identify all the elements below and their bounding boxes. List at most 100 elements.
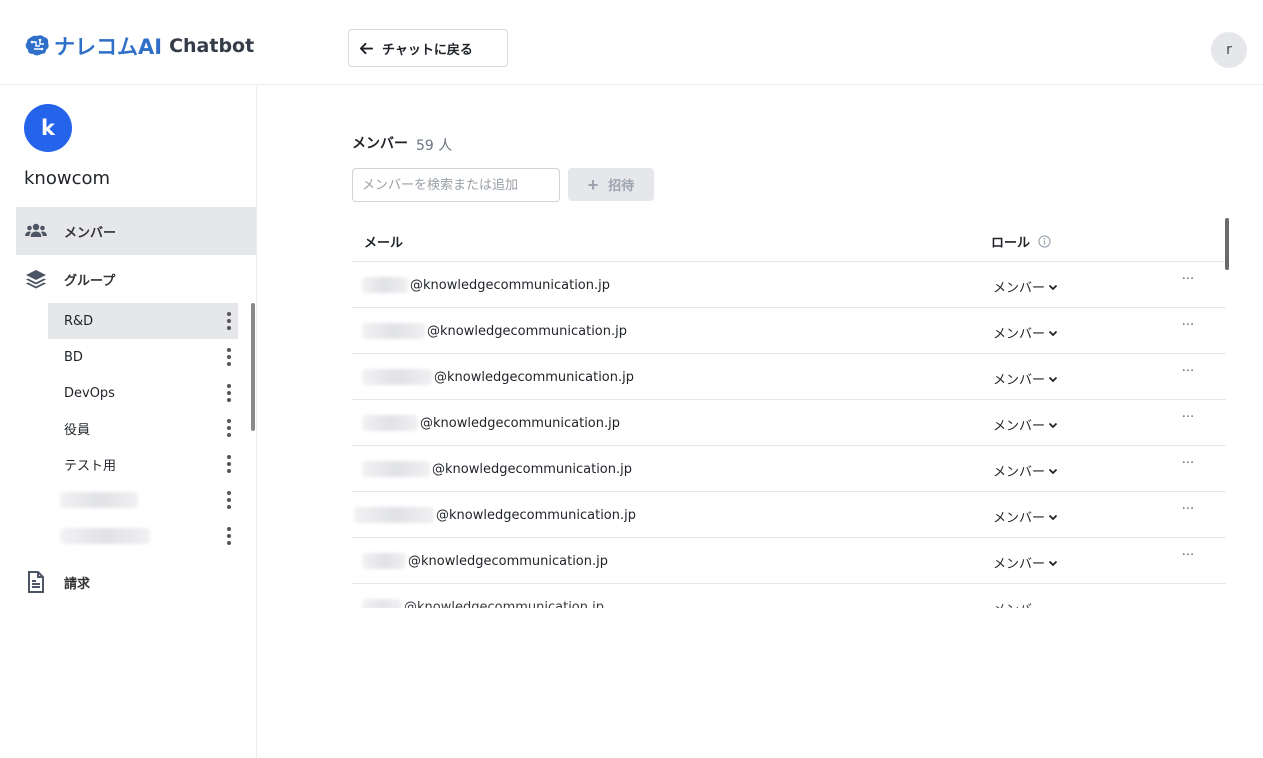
arrow-left-icon <box>359 42 374 54</box>
role-dropdown[interactable]: メンバー <box>993 323 1059 342</box>
role-value: メンバー <box>993 511 1046 526</box>
kebab-menu-icon[interactable] <box>226 455 232 473</box>
member-search-input[interactable] <box>352 168 560 202</box>
redacted-email-user <box>362 553 406 569</box>
redacted-email-user <box>354 507 434 523</box>
app-logo[interactable]: ナレコムAI Chatbot <box>24 30 254 62</box>
role-dropdown[interactable]: メンバー <box>993 553 1059 572</box>
table-header: メール ロール <box>352 216 1226 262</box>
role-value: メンバー <box>993 373 1046 388</box>
chevron-down-icon <box>1048 330 1058 336</box>
table-row[interactable]: @knowledgecommunication.jp メンバー ··· <box>352 492 1226 538</box>
sidebar-item-members-label: メンバー <box>64 225 117 241</box>
redacted-email-user <box>362 599 402 608</box>
table-row[interactable]: @knowledgecommunication.jp メンバー <box>352 584 1226 608</box>
member-email: @knowledgecommunication.jp <box>362 553 608 569</box>
row-more-icon[interactable]: ··· <box>1178 410 1198 430</box>
email-domain: @knowledgecommunication.jp <box>427 323 627 339</box>
sidebar-item-groups-label: グループ <box>64 273 116 289</box>
kebab-menu-icon[interactable] <box>226 384 232 402</box>
org-avatar: k <box>24 104 72 152</box>
logo-text-jp: ナレコムAI <box>54 35 163 59</box>
group-label: 役員 <box>64 422 91 438</box>
chevron-down-icon <box>1048 422 1058 428</box>
sidebar-item-billing[interactable]: 請求 <box>16 558 256 606</box>
group-item-devops[interactable]: DevOps <box>48 375 238 411</box>
role-dropdown[interactable]: メンバー <box>993 277 1059 296</box>
redacted-group-name <box>60 492 138 508</box>
role-value: メンバー <box>993 557 1046 572</box>
role-dropdown[interactable]: メンバー <box>993 369 1059 388</box>
email-domain: @knowledgecommunication.jp <box>404 599 604 609</box>
sidebar: k knowcom メンバー グループ R&D BD DevOps 役員 テスト… <box>0 86 257 758</box>
member-email: @knowledgecommunication.jp <box>354 507 636 523</box>
member-count: 59 人 <box>416 138 453 154</box>
table-row[interactable]: @knowledgecommunication.jp メンバー ··· <box>352 308 1226 354</box>
row-more-icon[interactable]: ··· <box>1178 548 1198 568</box>
group-item-bd[interactable]: BD <box>48 339 238 375</box>
group-item-redacted[interactable] <box>48 518 238 554</box>
redacted-email-user <box>362 323 425 339</box>
sidebar-item-groups[interactable]: グループ <box>16 255 256 303</box>
chevron-down-icon <box>1048 284 1058 290</box>
group-item-executives[interactable]: 役員 <box>48 410 238 446</box>
invite-button[interactable]: + 招待 <box>568 168 654 201</box>
email-domain: @knowledgecommunication.jp <box>420 415 620 431</box>
group-item-test[interactable]: テスト用 <box>48 446 238 482</box>
row-more-icon[interactable]: ··· <box>1178 456 1198 476</box>
member-email: @knowledgecommunication.jp <box>362 277 610 293</box>
email-domain: @knowledgecommunication.jp <box>408 553 608 569</box>
back-to-chat-button[interactable]: チャットに戻る <box>348 29 508 67</box>
layers-icon <box>26 270 46 289</box>
table-row[interactable]: @knowledgecommunication.jp メンバー ··· <box>352 538 1226 584</box>
chevron-down-icon <box>1048 468 1058 474</box>
user-avatar[interactable]: r <box>1211 32 1247 68</box>
email-domain: @knowledgecommunication.jp <box>434 369 634 385</box>
column-header-role-label: ロール <box>991 236 1031 251</box>
org-name: knowcom <box>24 168 111 189</box>
row-more-icon[interactable]: ··· <box>1178 502 1198 522</box>
document-icon <box>28 571 44 593</box>
redacted-email-user <box>362 369 432 385</box>
column-header-mail: メール <box>364 236 404 251</box>
row-more-icon[interactable]: ··· <box>1178 364 1198 384</box>
kebab-menu-icon[interactable] <box>226 527 232 545</box>
members-table: メール ロール @knowledgecommunication.jp メンバー … <box>352 216 1226 608</box>
users-icon <box>25 223 47 237</box>
group-label: DevOps <box>64 385 115 401</box>
role-dropdown[interactable]: メンバー <box>993 461 1059 480</box>
sidebar-item-members[interactable]: メンバー <box>16 207 256 255</box>
email-domain: @knowledgecommunication.jp <box>432 461 632 477</box>
kebab-menu-icon[interactable] <box>226 419 232 437</box>
main-scrollbar[interactable] <box>1225 218 1229 270</box>
row-more-icon[interactable]: ··· <box>1178 272 1198 292</box>
table-row[interactable]: @knowledgecommunication.jp メンバー ··· <box>352 354 1226 400</box>
sidebar-scrollbar[interactable] <box>251 303 255 431</box>
group-item-rnd[interactable]: R&D <box>48 303 238 339</box>
info-icon[interactable] <box>1038 235 1051 248</box>
kebab-menu-icon[interactable] <box>226 312 232 330</box>
role-dropdown[interactable]: メンバー <box>993 415 1059 434</box>
brain-icon <box>25 35 49 56</box>
kebab-menu-icon[interactable] <box>226 491 232 509</box>
group-item-redacted[interactable] <box>48 482 238 518</box>
top-header: ナレコムAI Chatbot チャットに戻る r <box>0 0 1263 85</box>
table-row[interactable]: @knowledgecommunication.jp メンバー ··· <box>352 400 1226 446</box>
member-email: @knowledgecommunication.jp <box>362 369 634 385</box>
role-value: メンバー <box>993 419 1046 434</box>
role-dropdown[interactable]: メンバー <box>993 599 1045 608</box>
invite-button-label: 招待 <box>608 178 635 193</box>
role-value: メンバー <box>993 327 1046 342</box>
row-more-icon[interactable]: ··· <box>1178 318 1198 338</box>
table-row[interactable]: @knowledgecommunication.jp メンバー ··· <box>352 446 1226 492</box>
member-email: @knowledgecommunication.jp <box>362 461 632 477</box>
column-header-role: ロール <box>991 232 1051 251</box>
page-title: メンバー <box>352 136 408 152</box>
table-row[interactable]: @knowledgecommunication.jp メンバー ··· <box>352 262 1226 308</box>
plus-icon: + <box>587 174 599 195</box>
role-dropdown[interactable]: メンバー <box>993 507 1059 526</box>
chevron-down-icon <box>1048 560 1058 566</box>
redacted-email-user <box>362 415 418 431</box>
kebab-menu-icon[interactable] <box>226 348 232 366</box>
member-email: @knowledgecommunication.jp <box>362 323 627 339</box>
